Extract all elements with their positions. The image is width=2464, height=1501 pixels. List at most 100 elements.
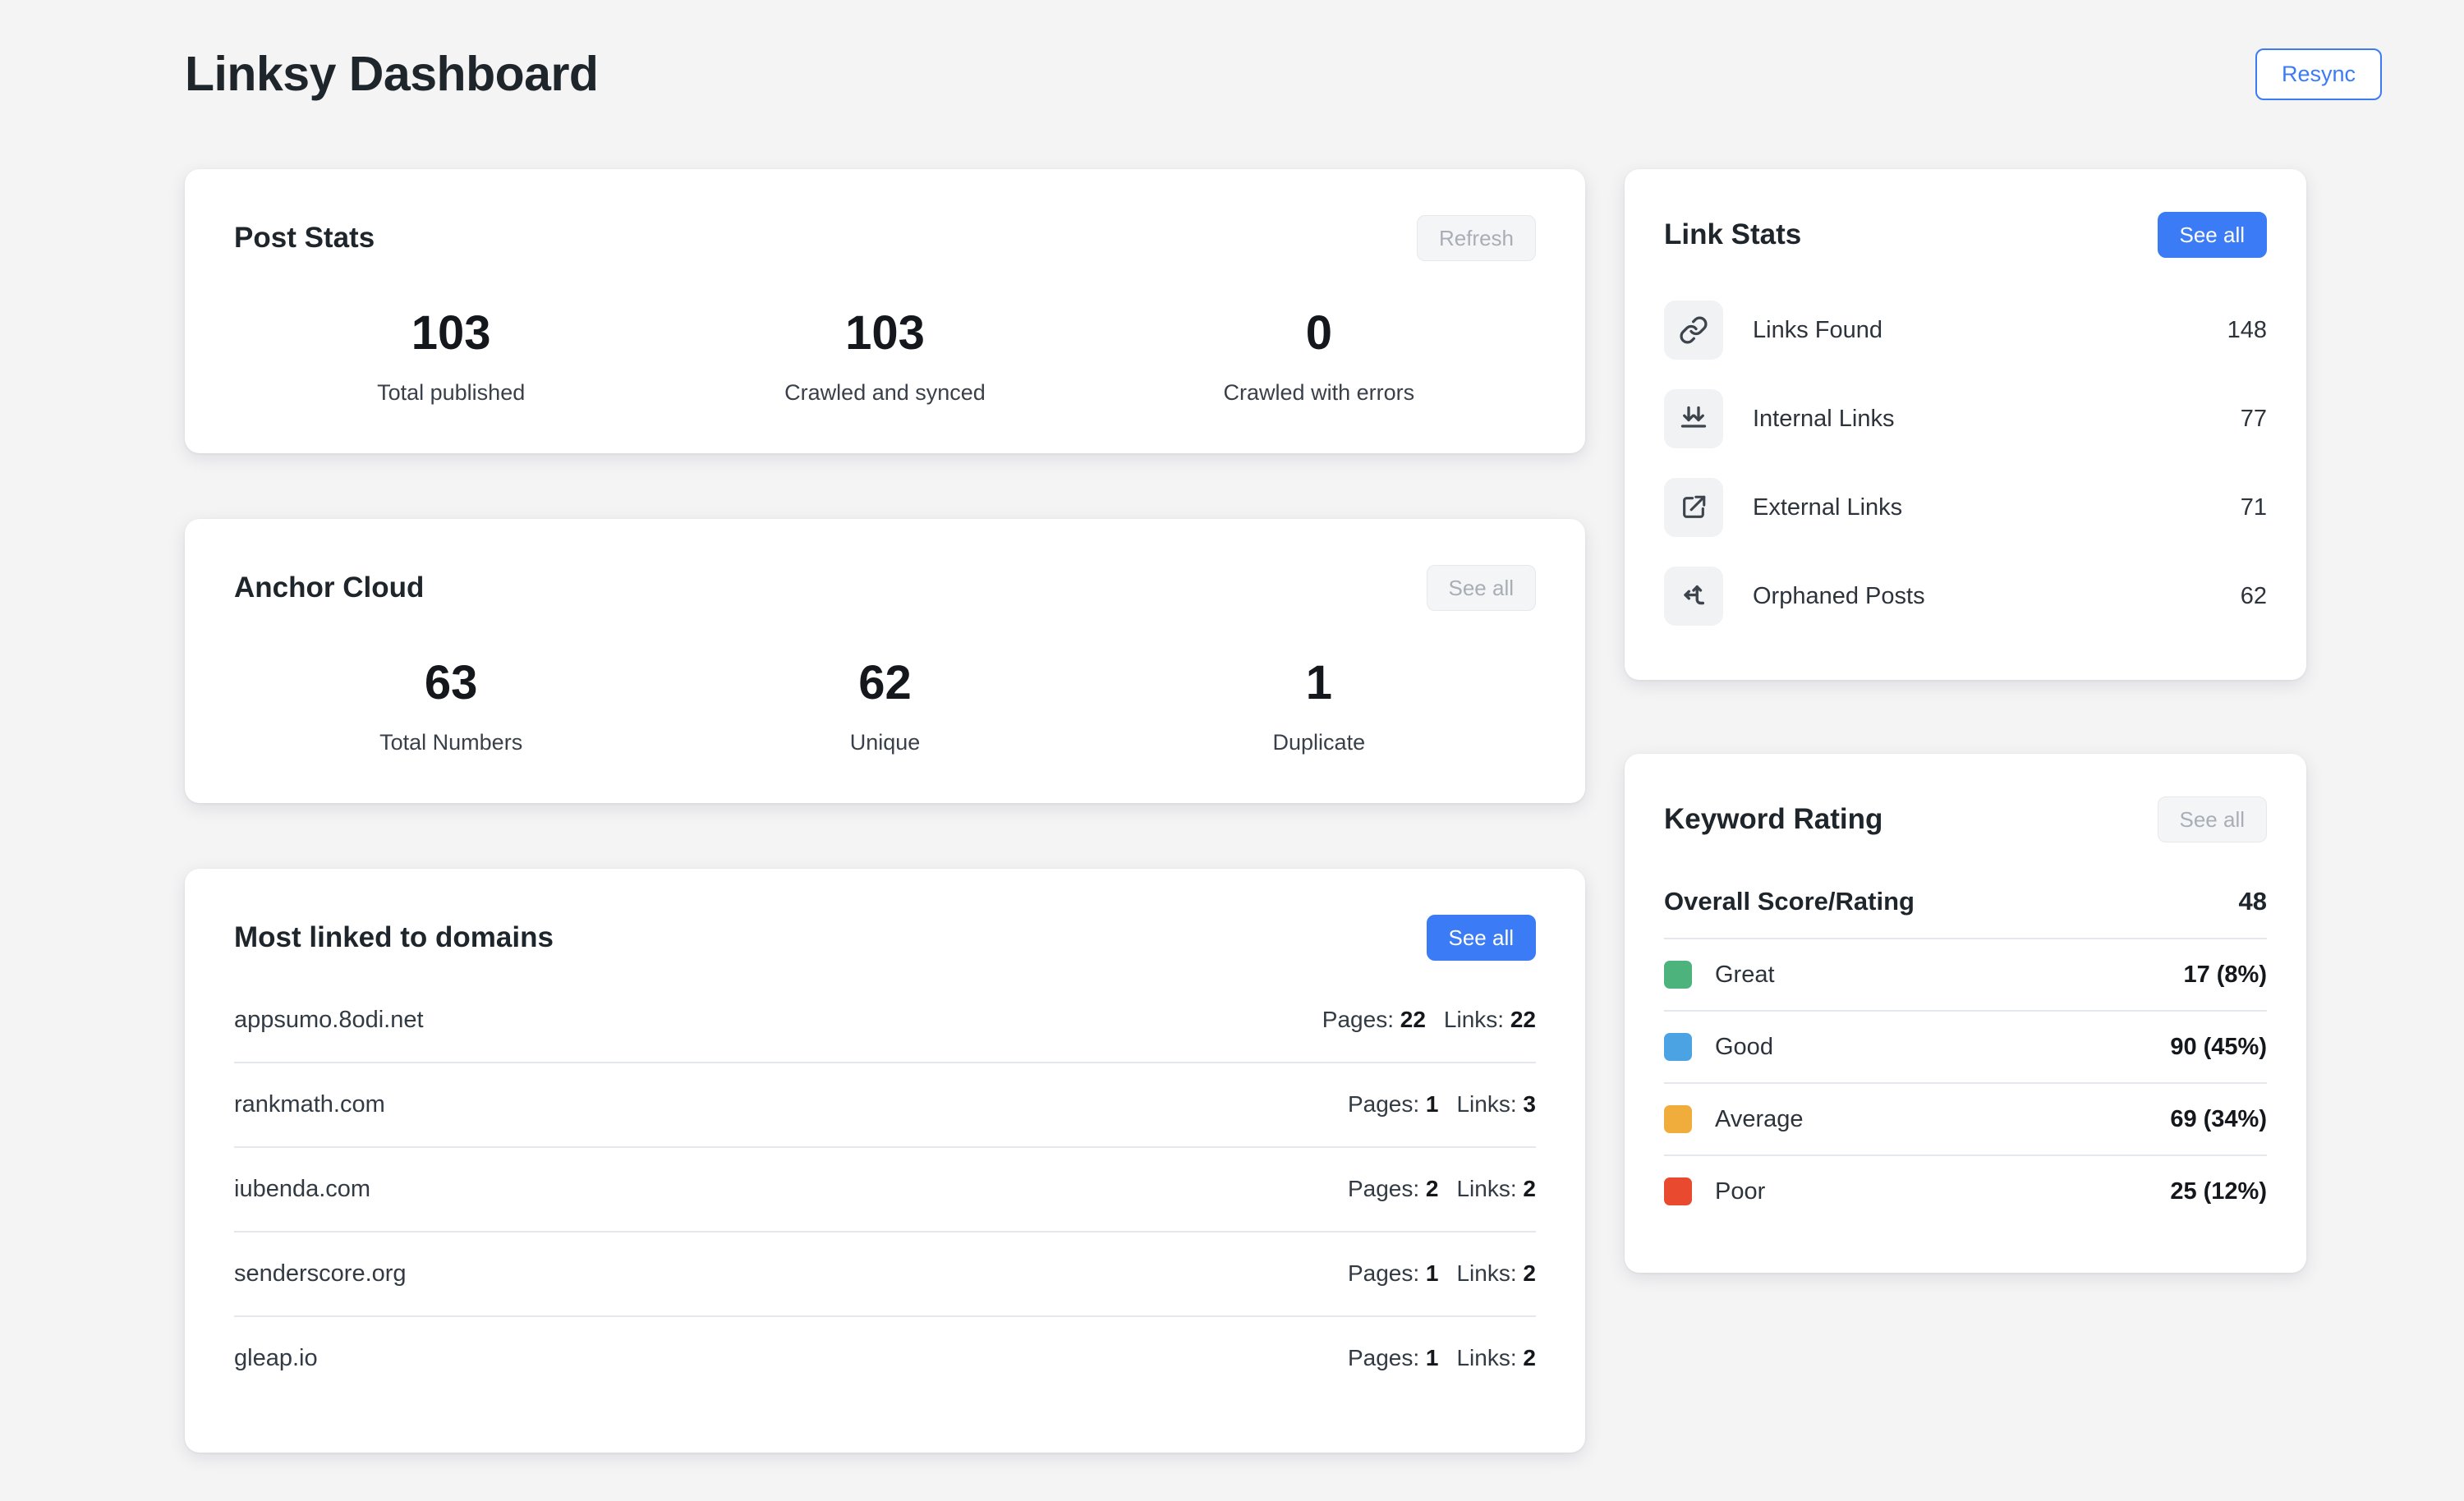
domain-metrics: Pages: 2 Links: 2	[1348, 1176, 1536, 1202]
table-row[interactable]: senderscore.org Pages: 1 Links: 2	[234, 1232, 1536, 1317]
pages-label: Pages:	[1347, 1176, 1420, 1202]
pages-value: 22	[1400, 1007, 1426, 1033]
rating-value: 69 (34%)	[2170, 1105, 2267, 1132]
domain-pages: Pages: 1	[1348, 1260, 1439, 1287]
keyword-rating-title: Keyword Rating	[1664, 803, 1883, 835]
post-stats-values: 103 Total published 103 Crawled and sync…	[234, 306, 1536, 406]
domain-pages: Pages: 1	[1348, 1345, 1439, 1371]
pages-value: 1	[1425, 1345, 1439, 1371]
links-value: 22	[1510, 1007, 1536, 1033]
keyword-rating-left: Great	[1664, 961, 1775, 989]
stat-value: 63	[424, 655, 478, 709]
links-value: 2	[1523, 1176, 1536, 1202]
stat-item: 0 Crawled with errors	[1102, 308, 1536, 406]
domain-links: Links: 22	[1444, 1007, 1536, 1033]
keyword-rating-see-all-button[interactable]: See all	[2157, 796, 2267, 842]
link-stats-title: Link Stats	[1664, 218, 1802, 250]
page-header: Linksy Dashboard Resync	[0, 0, 2464, 115]
rating-value: 90 (45%)	[2170, 1033, 2267, 1060]
link-stats-label: Links Found	[1753, 316, 1882, 343]
anchor-cloud-card: Anchor Cloud See all 63 Total Numbers 62…	[185, 518, 1585, 803]
left-column: Post Stats Refresh 103 Total published 1…	[185, 169, 1585, 1453]
list-item[interactable]: Internal Links 77	[1664, 374, 2267, 463]
links-label: Links:	[1456, 1345, 1517, 1371]
arrows-down-to-line-icon	[1664, 389, 1723, 448]
domain-metrics: Pages: 1 Links: 2	[1348, 1260, 1536, 1287]
link-stats-value: 62	[2240, 582, 2267, 609]
stat-item: 62 Unique	[668, 655, 1101, 755]
stat-value: 62	[858, 655, 912, 709]
stat-label: Duplicate	[1272, 729, 1366, 755]
most-linked-domains-see-all-button[interactable]: See all	[1426, 914, 1536, 961]
pages-value: 1	[1425, 1260, 1439, 1287]
links-label: Links:	[1443, 1007, 1505, 1033]
right-column: Link Stats See all Links Found 148 Inter…	[1625, 169, 2306, 1273]
stat-label: Total published	[377, 379, 526, 405]
list-item[interactable]: External Links 71	[1664, 463, 2267, 552]
pages-label: Pages:	[1322, 1007, 1394, 1033]
most-linked-domains-title: Most linked to domains	[234, 920, 554, 953]
table-row[interactable]: iubenda.com Pages: 2 Links: 2	[234, 1148, 1536, 1232]
link-stats-value: 77	[2240, 405, 2267, 432]
stat-label: Total Numbers	[379, 729, 523, 755]
most-linked-domains-card: Most linked to domains See all appsumo.8…	[185, 868, 1585, 1453]
keyword-rating-left: Poor	[1664, 1177, 1765, 1205]
rating-label: Poor	[1715, 1177, 1766, 1205]
rating-label: Good	[1715, 1033, 1773, 1060]
list-item[interactable]: Poor 25 (12%)	[1664, 1156, 2267, 1227]
list-item[interactable]: Great 17 (8%)	[1664, 939, 2267, 1012]
stat-label: Crawled with errors	[1223, 379, 1415, 405]
link-stats-label: External Links	[1753, 493, 1903, 521]
list-item[interactable]: Good 90 (45%)	[1664, 1012, 2267, 1084]
link-stats-header: Link Stats See all	[1664, 212, 2267, 258]
domain-name: rankmath.com	[234, 1090, 385, 1118]
links-label: Links:	[1456, 1260, 1517, 1287]
rating-color-swatch-poor	[1664, 1177, 1692, 1205]
rating-color-swatch-good	[1664, 1033, 1692, 1061]
page-title: Linksy Dashboard	[185, 46, 599, 101]
chain-link-icon	[1664, 301, 1723, 360]
domain-links: Links: 2	[1456, 1260, 1536, 1287]
link-stats-see-all-button[interactable]: See all	[2157, 212, 2267, 258]
domain-name: senderscore.org	[234, 1260, 407, 1287]
post-stats-refresh-button[interactable]: Refresh	[1416, 215, 1536, 261]
rating-color-swatch-great	[1664, 961, 1692, 989]
pages-label: Pages:	[1347, 1091, 1420, 1118]
table-row[interactable]: appsumo.8odi.net Pages: 22 Links: 22	[234, 979, 1536, 1063]
links-value: 2	[1523, 1345, 1536, 1371]
pages-label: Pages:	[1347, 1345, 1420, 1371]
domain-pages: Pages: 22	[1322, 1007, 1426, 1033]
list-item[interactable]: Average 69 (34%)	[1664, 1084, 2267, 1156]
domain-pages: Pages: 2	[1348, 1176, 1439, 1202]
domain-links: Links: 2	[1456, 1176, 1536, 1202]
post-stats-title: Post Stats	[234, 222, 375, 254]
rating-color-swatch-average	[1664, 1105, 1692, 1133]
anchor-cloud-see-all-button[interactable]: See all	[1426, 564, 1536, 611]
stat-value: 103	[845, 306, 925, 360]
stat-value: 1	[1305, 655, 1332, 709]
list-item[interactable]: Links Found 148	[1664, 286, 2267, 374]
overall-score-row: Overall Score/Rating 48	[1664, 842, 2267, 939]
resync-button[interactable]: Resync	[2255, 48, 2382, 100]
link-stats-value: 71	[2240, 493, 2267, 521]
overall-score-label: Overall Score/Rating	[1664, 887, 1915, 916]
pages-value: 2	[1425, 1176, 1439, 1202]
stat-value: 103	[411, 306, 491, 360]
stat-label: Crawled and synced	[784, 379, 986, 405]
domain-name: appsumo.8odi.net	[234, 1006, 424, 1033]
table-row[interactable]: gleap.io Pages: 1 Links: 2	[234, 1317, 1536, 1400]
table-row[interactable]: rankmath.com Pages: 1 Links: 3	[234, 1063, 1536, 1148]
stat-item: 103 Total published	[234, 306, 668, 406]
link-stats-label: Internal Links	[1753, 405, 1895, 432]
overall-score-value: 48	[2238, 887, 2267, 916]
links-label: Links:	[1456, 1091, 1517, 1118]
anchor-cloud-title: Anchor Cloud	[234, 571, 425, 604]
link-stats-list: Links Found 148 Internal Links 77 Extern…	[1664, 286, 2267, 640]
external-link-icon	[1664, 478, 1723, 537]
pages-label: Pages:	[1347, 1260, 1420, 1287]
domain-name: gleap.io	[234, 1344, 318, 1371]
list-item[interactable]: Orphaned Posts 62	[1664, 552, 2267, 640]
rating-label: Average	[1715, 1105, 1804, 1132]
domain-metrics: Pages: 1 Links: 2	[1348, 1345, 1536, 1371]
keyword-rating-header: Keyword Rating See all	[1664, 796, 2267, 842]
